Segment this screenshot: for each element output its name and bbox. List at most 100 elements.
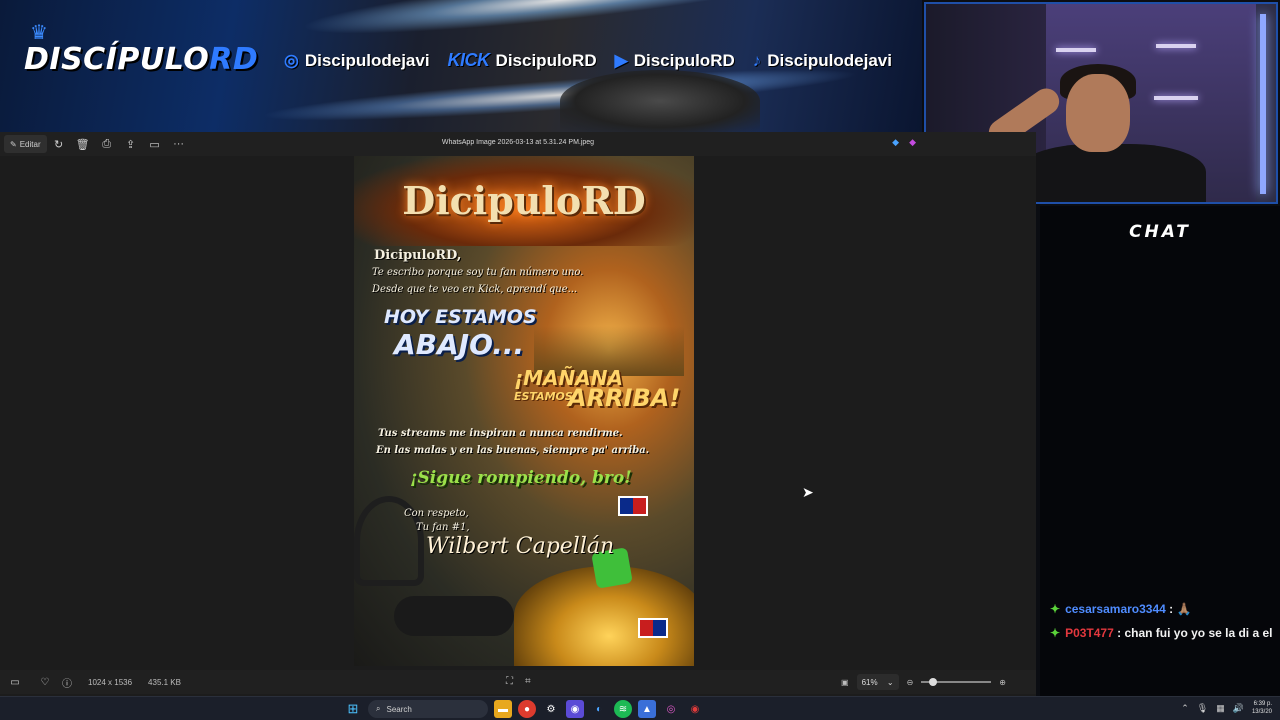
chevron-up-icon[interactable]: ⌃ [1181,703,1189,714]
social-handle: DiscipuloRD [633,50,735,70]
banner-face-graphic [560,70,760,132]
displayed-image: DicipuloRD DicipuloRD, Te escribo porque… [354,156,694,666]
youtube-icon: ▶ [614,50,628,70]
chat-username[interactable]: cesarsamaro3344 [1065,602,1166,616]
clock-date: 13/3/20 [1251,709,1272,715]
designer-icon[interactable]: ◆ [892,137,899,148]
system-clock[interactable]: 6:39 p. 13/3/20 [1252,700,1272,716]
instagram-icon: ◎ [284,50,299,70]
discord-icon[interactable]: ◉ [566,700,584,718]
viewer-toolbar: ✎ Editar ↻ 🗑 ⎙ ⇪ ▭ ··· WhatsApp Image 20… [0,132,1036,156]
chat-title: CHAT [1129,222,1191,242]
shelf [1154,96,1198,100]
poster-estamos: ESTAMOS [514,390,573,403]
kick-logo: KICK [447,50,491,70]
clock-time: 6:39 p. [1253,701,1272,707]
share-icon[interactable]: ⇪ [119,138,143,151]
chat-message: ✦ P03T477 : chan fui yo yo se la di a el [1050,624,1274,643]
copilot-icon[interactable]: ◆ [909,137,916,148]
screen: ♛ DISCÍPULORD ◎ Discipulodejavi KICK Dis… [0,0,1280,720]
rotate-icon[interactable]: ↻ [47,138,71,151]
windows-start-icon[interactable]: ⊞ [344,700,362,718]
filmstrip-icon[interactable]: ▭ [4,677,26,688]
volume-icon[interactable]: 🔊 [1233,703,1244,714]
search-placeholder: Search [386,704,412,714]
more-options-icon[interactable]: ··· [167,138,191,150]
settings-icon[interactable]: ⚙ [542,700,560,718]
toolbar-right-icons: ◆ ◆ [892,137,916,148]
crop-view-icon[interactable]: ⌗ [525,676,531,687]
brand-accent: RD [209,42,259,77]
chat-text: : chan fui yo yo se la di a el [1117,626,1273,640]
zoom-level-dropdown[interactable]: 61% ⌄ [856,674,899,690]
social-handle: DiscipuloRD [495,50,597,70]
subscriber-badge-icon: ✦ [1050,602,1061,616]
file-explorer-icon[interactable]: ▬ [494,700,512,718]
recording-app-icon[interactable]: ◉ [686,700,704,718]
search-icon: ⌕ [376,704,381,713]
actual-size-icon[interactable]: ▣ [841,678,849,687]
shelf [1156,44,1196,48]
social-handle: Discipulodejavi [304,50,430,70]
slideshow-icon[interactable]: ▭ [143,138,167,151]
zoom-controls: ▣ 61% ⌄ ⊖ ⊕ [841,674,1006,690]
social-tiktok: ♪ Discipulodejavi [753,51,892,71]
poster-closing: Tu fan #1, [416,522,470,533]
poster-abajo: ABAJO... [394,328,525,361]
zoom-slider-knob[interactable] [928,678,937,686]
chrome-icon[interactable]: ● [518,700,536,718]
system-tray: ⌃ 🎙 ▦ 🔊 6:39 p. 13/3/20 [1181,700,1272,716]
chat-text: : 🙏🏽 [1169,602,1192,616]
app-icon[interactable]: ◐ [590,700,608,718]
subscriber-badge-icon: ✦ [1050,626,1061,640]
brand-logo: ♛ DISCÍPULORD [24,23,259,77]
file-size: 435.1 KB [148,677,181,687]
social-handles: ◎ Discipulodejavi KICK DiscipuloRD ▶ Dis… [284,50,892,71]
fit-to-window-icon[interactable]: ⛶ [506,676,513,687]
favorite-icon[interactable]: ♡ [34,677,56,688]
edit-icon: ✎ [10,139,17,149]
chat-message: ✦ cesarsamaro3344 : 🙏🏽 [1050,600,1274,619]
gamepad-graphic [394,596,514,636]
dominican-flag-graphic [618,496,648,516]
taskbar-search[interactable]: ⌕ Search [368,700,488,718]
streamer-head [1066,74,1130,152]
zoom-slider[interactable] [921,678,992,686]
image-dimensions: 1024 x 1536 [88,677,133,687]
edit-button[interactable]: ✎ Editar [4,135,47,153]
zoom-in-icon[interactable]: ⊕ [999,678,1006,687]
brand-name: DISCÍPULO [24,42,210,77]
poster-line: En las malas y en las buenas, siempre pa… [376,445,650,456]
delete-icon[interactable]: 🗑 [71,138,95,151]
windows-taskbar: ⊞ ⌕ Search ▬ ● ⚙ ◉ ◐ ≋ ▲ ◎ ◉ ⌃ 🎙 ▦ 🔊 6:3… [0,696,1280,720]
streamer-body [1016,144,1206,202]
viewer-status-bar: ▭ ♡ ⓘ 1024 x 1536 435.1 KB ⛶ ⌗ ▣ 61% ⌄ ⊖… [0,670,1036,694]
lightning-graphic [299,0,821,48]
shelf [1056,48,1096,52]
view-controls: ⛶ ⌗ [506,676,531,687]
edit-label: Editar [19,139,41,149]
spotify-icon[interactable]: ≋ [614,700,632,718]
poster-title: DicipuloRD [402,178,646,223]
print-icon[interactable]: ⎙ [95,138,119,151]
social-instagram: ◎ Discipulodejavi [284,51,430,71]
network-icon[interactable]: ▦ [1216,703,1225,714]
poster-sigue-rompiendo: ¡Sigue rompiendo, bro! [410,468,632,488]
chat-username[interactable]: P03T477 [1065,626,1114,640]
app-icon[interactable]: ◎ [662,700,680,718]
mouse-cursor-icon: ➤ [802,484,814,500]
stream-overlay-banner: ♛ DISCÍPULORD ◎ Discipulodejavi KICK Dis… [0,0,922,132]
crown-icon: ♛ [30,22,48,44]
chevron-down-icon: ⌄ [886,677,894,687]
microphone-icon[interactable]: 🎙 [1197,703,1208,714]
zoom-out-icon[interactable]: ⊖ [907,678,914,687]
photos-icon[interactable]: ▲ [638,700,656,718]
tiktok-icon: ♪ [752,50,762,70]
social-youtube: ▶ DiscipuloRD [615,51,735,71]
poster-line: Tus streams me inspiran a nunca rendirme… [378,428,623,439]
poster-greeting: DicipuloRD, [374,248,462,263]
poster-line: Desde que te veo en Kick, aprendí que... [372,284,578,295]
zoom-level: 61% [861,677,878,687]
info-icon[interactable]: ⓘ [56,675,78,690]
photo-viewer-window: ✎ Editar ↻ 🗑 ⎙ ⇪ ▭ ··· WhatsApp Image 20… [0,132,1036,696]
